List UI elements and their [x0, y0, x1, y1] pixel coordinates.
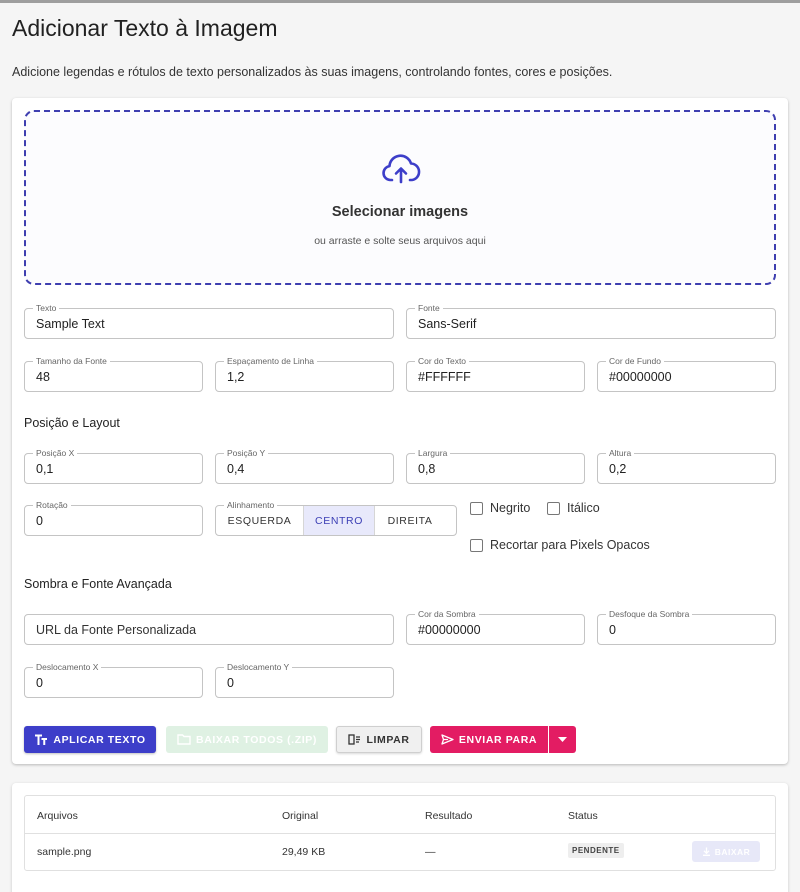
download-all-label: BAIXAR TODOS (.ZIP)	[196, 733, 317, 746]
align-center-button[interactable]: CENTRO	[304, 506, 375, 535]
offset-x-field: Deslocamento X	[24, 661, 203, 698]
line-spacing-input[interactable]	[216, 362, 393, 391]
bold-checkbox-label: Negrito	[490, 501, 531, 515]
alignment-toggle-group: Alinhamento ESQUERDA CENTRO DIREITA	[215, 499, 457, 536]
font-size-input[interactable]	[25, 362, 202, 391]
file-name-cell: sample.png	[37, 846, 92, 858]
send-to-dropdown-button[interactable]	[549, 726, 576, 753]
line-spacing-field: Espaçamento de Linha	[215, 355, 394, 392]
clear-label: LIMPAR	[366, 733, 410, 746]
font-size-field: Tamanho da Fonte	[24, 355, 203, 392]
shadow-blur-input[interactable]	[598, 615, 775, 644]
clear-button[interactable]: LIMPAR	[336, 726, 422, 753]
status-badge: PENDENTE	[568, 843, 624, 858]
bg-color-input[interactable]	[598, 362, 775, 391]
files-card: Arquivos Original Resultado Status sampl…	[12, 783, 788, 892]
alignment-label: Alinhamento	[224, 499, 278, 511]
bold-checkbox[interactable]: Negrito	[470, 501, 530, 515]
height-input[interactable]	[598, 454, 775, 483]
file-download-button[interactable]: BAIXAR	[692, 841, 760, 862]
column-header-status: Status	[568, 810, 598, 822]
pos-x-input[interactable]	[25, 454, 202, 483]
bold-checkbox-box[interactable]	[470, 501, 483, 515]
crop-checkbox-label: Recortar para Pixels Opacos	[490, 538, 650, 552]
dropzone-subtitle: ou arraste e solte seus arquivos aqui	[314, 235, 486, 247]
crop-checkbox[interactable]: Recortar para Pixels Opacos	[470, 538, 650, 552]
column-header-files: Arquivos	[37, 810, 78, 822]
header-divider	[25, 833, 775, 834]
rotation-field: Rotação	[24, 499, 203, 536]
italic-checkbox-label: Itálico	[567, 501, 600, 515]
height-field: Altura	[597, 447, 776, 484]
page-description: Adicione legendas e rótulos de texto per…	[12, 65, 613, 79]
send-icon	[441, 734, 454, 745]
dropzone-title: Selecionar imagens	[331, 204, 469, 220]
font-input[interactable]	[407, 309, 775, 338]
text-input[interactable]	[25, 309, 393, 338]
width-field: Largura	[406, 447, 585, 484]
download-all-button[interactable]: BAIXAR TODOS (.ZIP)	[166, 726, 328, 753]
pos-y-field: Posição Y	[215, 447, 394, 484]
align-right-button[interactable]: DIREITA	[375, 506, 445, 535]
apply-text-label: APLICAR TEXTO	[53, 733, 146, 746]
file-original-size-cell: 29,49 KB	[282, 846, 326, 858]
custom-font-url-field	[24, 614, 394, 645]
file-dropzone[interactable]: Selecionar imagens ou arraste e solte se…	[24, 110, 776, 285]
send-to-label: ENVIAR PARA	[458, 733, 538, 746]
shadow-blur-field: Desfoque da Sombra	[597, 608, 776, 645]
column-header-result: Resultado	[425, 810, 473, 822]
crop-checkbox-box[interactable]	[470, 538, 483, 552]
send-to-button[interactable]: ENVIAR PARA	[430, 726, 548, 753]
width-input[interactable]	[407, 454, 584, 483]
offset-y-field: Deslocamento Y	[215, 661, 394, 698]
custom-font-url-input[interactable]	[25, 615, 393, 644]
clear-list-icon	[348, 734, 361, 745]
shadow-color-field: Cor da Sombra	[406, 608, 585, 645]
offset-y-input[interactable]	[216, 668, 393, 697]
layout-section-title: Posição e Layout	[24, 416, 120, 430]
bg-color-field: Cor de Fundo	[597, 355, 776, 392]
text-field: Texto	[24, 302, 394, 339]
text-color-input[interactable]	[407, 362, 584, 391]
pos-y-input[interactable]	[216, 454, 393, 483]
apply-text-button[interactable]: APLICAR TEXTO	[24, 726, 156, 753]
rotation-input[interactable]	[25, 506, 202, 535]
folder-zip-icon	[177, 734, 191, 745]
text-color-field: Cor do Texto	[406, 355, 585, 392]
tool-card: Selecionar imagens ou arraste e solte se…	[12, 98, 788, 764]
italic-checkbox-box[interactable]	[547, 501, 560, 515]
page-title: Adicionar Texto à Imagem	[12, 15, 278, 41]
download-icon	[702, 847, 710, 856]
font-field: Fonte	[406, 302, 776, 339]
cloud-upload-icon	[382, 154, 421, 184]
italic-checkbox[interactable]: Itálico	[547, 501, 600, 515]
advanced-section-title: Sombra e Fonte Avançada	[24, 577, 172, 591]
shadow-color-input[interactable]	[407, 615, 584, 644]
column-header-original: Original	[282, 810, 319, 822]
file-download-label: BAIXAR	[714, 846, 751, 857]
files-table: Arquivos Original Resultado Status sampl…	[24, 795, 776, 871]
text-fields-icon	[35, 734, 48, 745]
pos-x-field: Posição X	[24, 447, 203, 484]
offset-x-input[interactable]	[25, 668, 202, 697]
chevron-down-icon	[558, 737, 567, 742]
file-result-cell: —	[425, 846, 436, 858]
